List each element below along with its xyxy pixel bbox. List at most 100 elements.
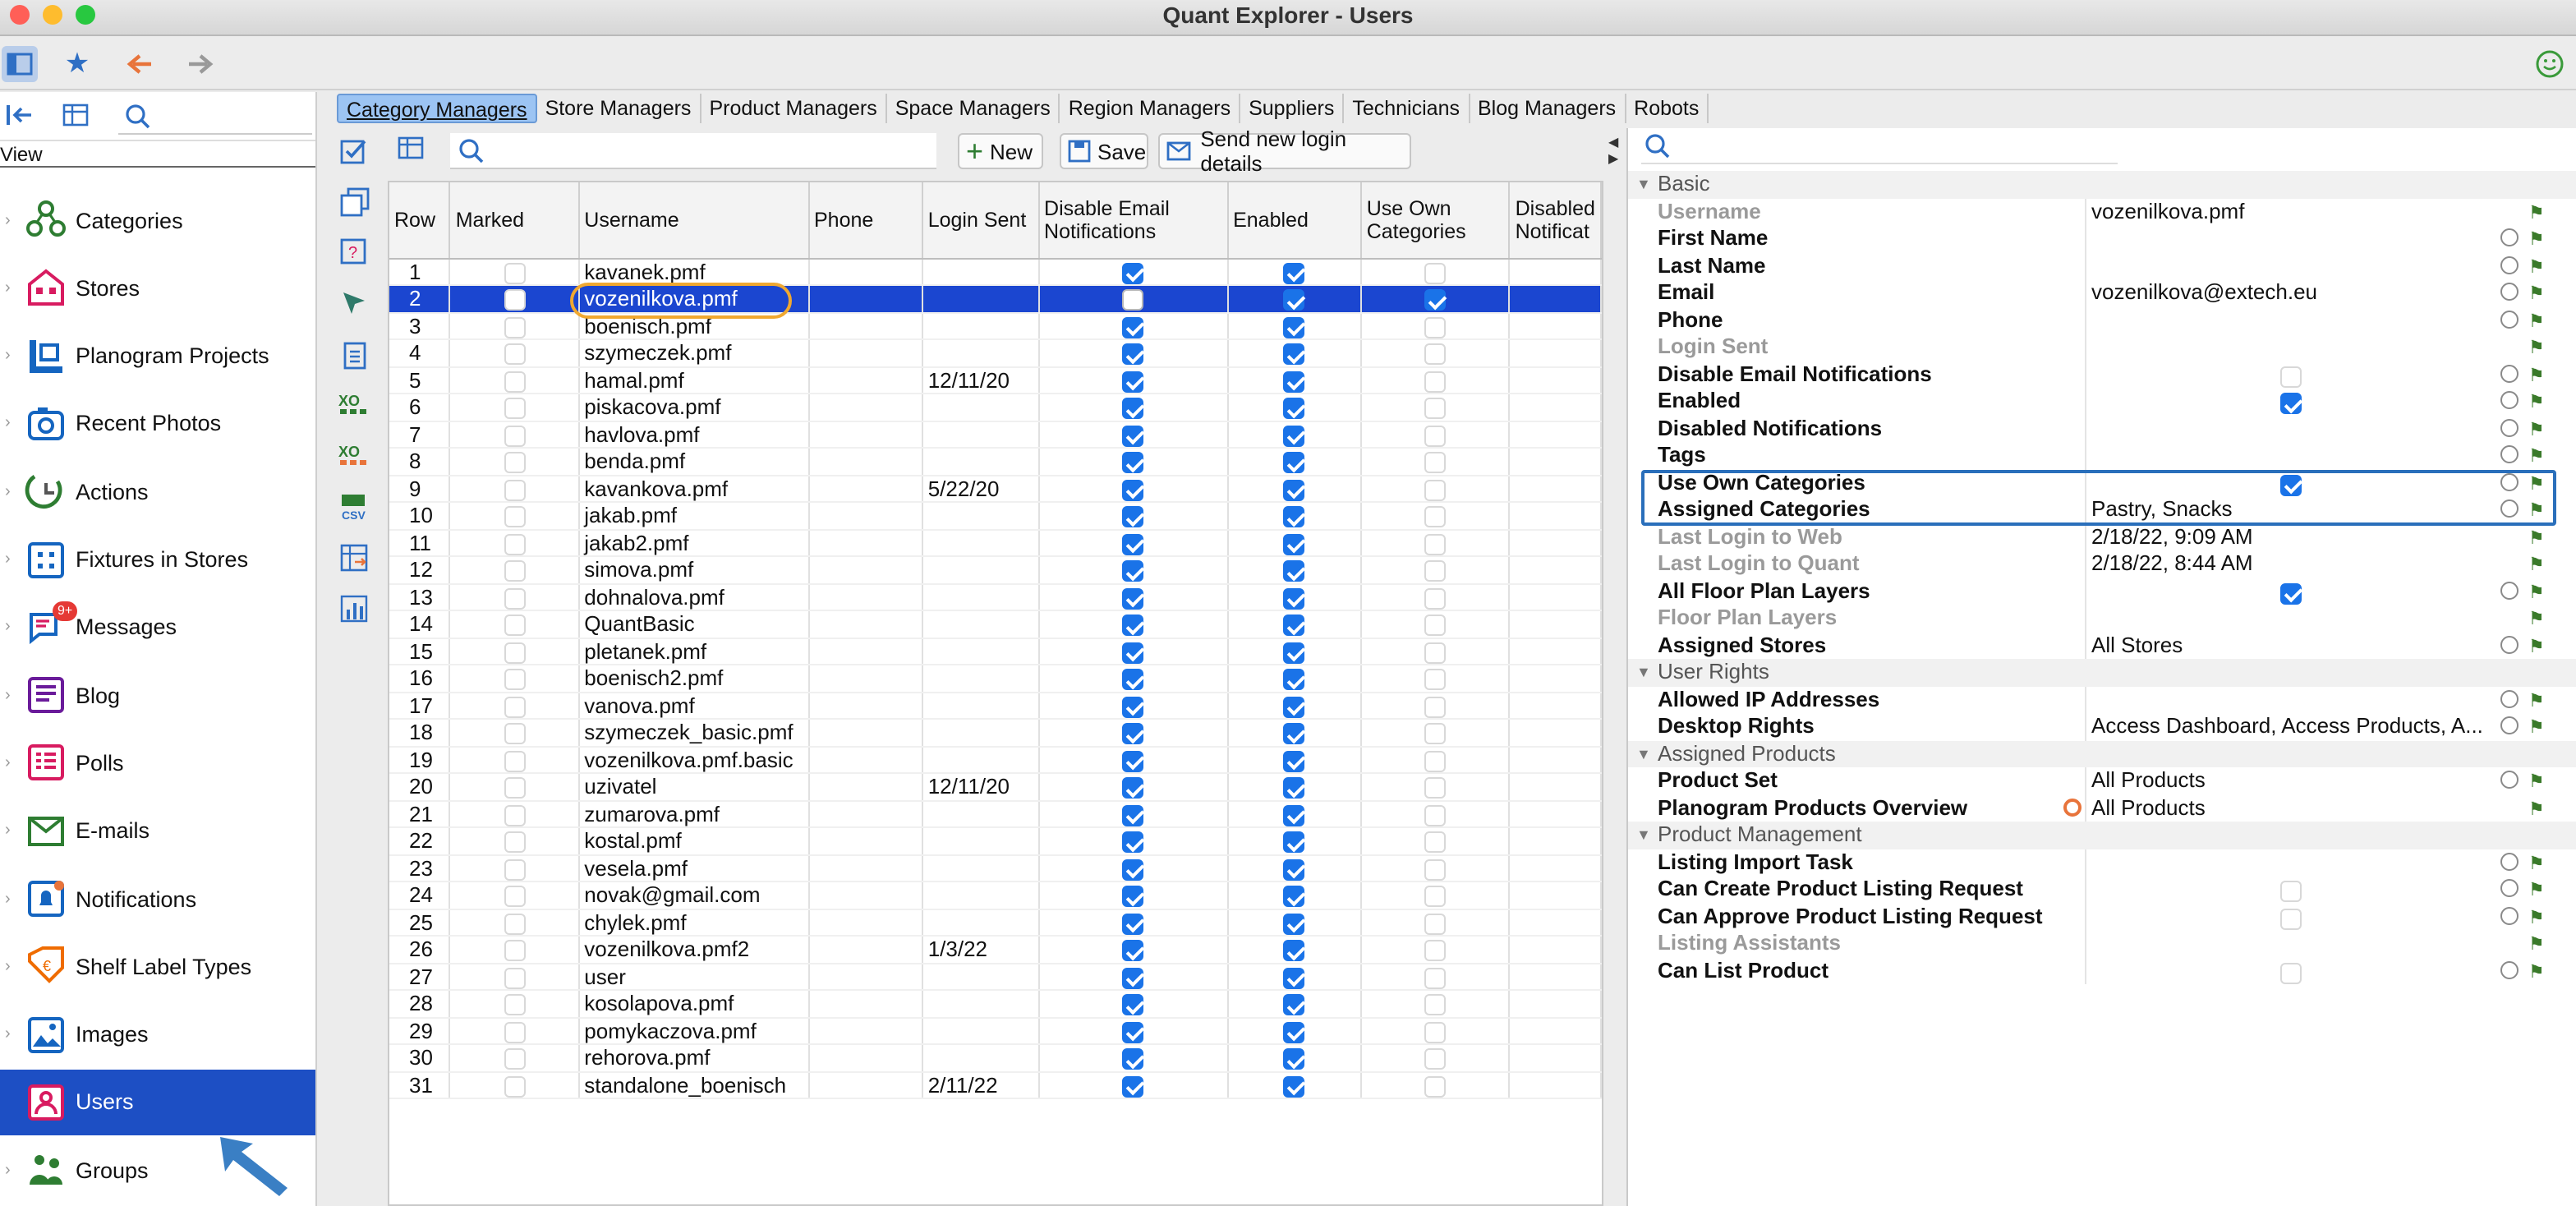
enabled-cell[interactable]: [1227, 909, 1362, 937]
checkbox[interactable]: [504, 1075, 525, 1098]
phone-cell[interactable]: [808, 285, 923, 313]
chevron-right-icon[interactable]: ›: [5, 1025, 11, 1043]
checkbox[interactable]: [504, 452, 525, 474]
property-value[interactable]: All Stores: [2091, 632, 2183, 659]
enabled-cell[interactable]: [1227, 692, 1362, 720]
edit-flag-icon[interactable]: ⚑: [2528, 877, 2545, 904]
disabled-notifications-cell[interactable]: [1509, 1017, 1602, 1045]
checkbox[interactable]: [1283, 506, 1305, 528]
table-row[interactable]: 10 jakab.pmf: [389, 502, 1602, 530]
table-row[interactable]: 15 pletanek.pmf: [389, 638, 1602, 665]
phone-cell[interactable]: [808, 963, 923, 991]
checkbox[interactable]: [504, 316, 525, 338]
checkbox[interactable]: [504, 994, 525, 1016]
reset-icon[interactable]: [2500, 283, 2518, 301]
use-own-categories-cell[interactable]: [1360, 773, 1511, 801]
checkbox[interactable]: [1122, 967, 1144, 989]
checkbox[interactable]: [1424, 398, 1447, 420]
disabled-notifications-cell[interactable]: [1509, 909, 1602, 937]
enabled-cell[interactable]: [1227, 529, 1362, 557]
excel-import-icon[interactable]: XO: [338, 440, 371, 473]
back-arrow-icon[interactable]: [122, 46, 158, 82]
marked-cell[interactable]: [449, 312, 580, 340]
chevron-right-icon[interactable]: ›: [5, 279, 11, 297]
use-own-categories-cell[interactable]: [1360, 285, 1511, 313]
enabled-cell[interactable]: [1227, 610, 1362, 638]
disable-email-notifications-cell[interactable]: [1038, 312, 1229, 340]
reset-icon[interactable]: [2500, 364, 2518, 382]
edit-flag-icon[interactable]: ⚑: [2528, 959, 2545, 986]
disable-email-notifications-cell[interactable]: [1038, 258, 1229, 286]
phone-cell[interactable]: [808, 909, 923, 937]
marked-cell[interactable]: [449, 583, 580, 611]
use-own-categories-cell[interactable]: [1360, 529, 1511, 557]
checkbox[interactable]: [1283, 425, 1305, 447]
table-row[interactable]: 7 havlova.pmf: [389, 421, 1602, 449]
reset-icon[interactable]: [2500, 255, 2518, 274]
collapse-left-icon[interactable]: [5, 102, 34, 128]
table-row[interactable]: 30 rehorova.pmf: [389, 1044, 1602, 1072]
edit-flag-icon[interactable]: ⚑: [2528, 417, 2545, 444]
chevron-right-icon[interactable]: ›: [5, 619, 11, 637]
disable-email-notifications-cell[interactable]: [1038, 963, 1229, 991]
phone-cell[interactable]: [808, 854, 923, 882]
disabled-notifications-cell[interactable]: [1509, 583, 1602, 611]
checkbox[interactable]: [1283, 858, 1305, 881]
property-group-basic[interactable]: ▼ Basic: [1628, 171, 2576, 198]
checkbox[interactable]: [1424, 940, 1447, 962]
chevron-down-icon[interactable]: ▼: [1636, 740, 1651, 767]
marked-cell[interactable]: [449, 339, 580, 367]
use-own-categories-cell[interactable]: [1360, 475, 1511, 503]
enabled-cell[interactable]: [1227, 990, 1362, 1018]
checkbox[interactable]: [1122, 642, 1144, 664]
checkbox[interactable]: [1424, 858, 1447, 881]
use-own-categories-cell[interactable]: [1360, 610, 1511, 638]
marked-cell[interactable]: [449, 746, 580, 774]
phone-cell[interactable]: [808, 1017, 923, 1045]
marked-cell[interactable]: [449, 827, 580, 855]
chevron-right-icon[interactable]: ›: [5, 415, 11, 433]
marked-cell[interactable]: [449, 556, 580, 584]
username-cell[interactable]: hamal.pmf: [578, 366, 809, 394]
checkbox[interactable]: [1424, 750, 1447, 772]
checkbox[interactable]: [1424, 723, 1447, 745]
phone-cell[interactable]: [808, 258, 923, 286]
edit-flag-icon[interactable]: ⚑: [2528, 769, 2545, 796]
username-cell[interactable]: user: [578, 963, 809, 991]
checkbox[interactable]: [1424, 560, 1447, 582]
disable-email-notifications-cell[interactable]: [1038, 773, 1229, 801]
checkbox[interactable]: [2280, 366, 2302, 388]
checkbox[interactable]: [1424, 642, 1447, 664]
use-own-categories-cell[interactable]: [1360, 854, 1511, 882]
checkbox[interactable]: [504, 858, 525, 881]
username-cell[interactable]: pletanek.pmf: [578, 638, 809, 665]
checkbox[interactable]: [1122, 371, 1144, 393]
checkbox[interactable]: [504, 343, 525, 366]
checkbox[interactable]: [1424, 289, 1447, 311]
checkbox[interactable]: [1424, 316, 1447, 338]
sidebar-item-fixtures-in-stores[interactable]: › Fixtures in Stores: [0, 527, 315, 592]
enabled-cell[interactable]: [1227, 800, 1362, 828]
reset-icon[interactable]: [2500, 445, 2518, 463]
table-row[interactable]: 21 zumarova.pmf: [389, 800, 1602, 828]
use-own-categories-cell[interactable]: [1360, 421, 1511, 449]
checkbox[interactable]: [1283, 1048, 1305, 1070]
marked-cell[interactable]: [449, 1071, 580, 1099]
checkbox[interactable]: [504, 886, 525, 908]
enabled-cell[interactable]: [1227, 285, 1362, 313]
use-own-categories-cell[interactable]: [1360, 990, 1511, 1018]
checkbox[interactable]: [504, 587, 525, 610]
checkbox[interactable]: [1122, 289, 1144, 311]
checkbox[interactable]: [1283, 913, 1305, 935]
marked-cell[interactable]: [449, 1044, 580, 1072]
enabled-cell[interactable]: [1227, 665, 1362, 693]
disabled-notifications-cell[interactable]: [1509, 475, 1602, 503]
checkbox[interactable]: [504, 398, 525, 420]
checkbox[interactable]: [504, 669, 525, 691]
checkbox[interactable]: [1283, 615, 1305, 637]
disabled-notifications-cell[interactable]: [1509, 1071, 1602, 1099]
disable-email-notifications-cell[interactable]: [1038, 665, 1229, 693]
checkbox[interactable]: [1283, 560, 1305, 582]
property-value[interactable]: Access Dashboard, Access Products, A...: [2091, 713, 2483, 740]
help-icon[interactable]: ?: [338, 237, 371, 269]
